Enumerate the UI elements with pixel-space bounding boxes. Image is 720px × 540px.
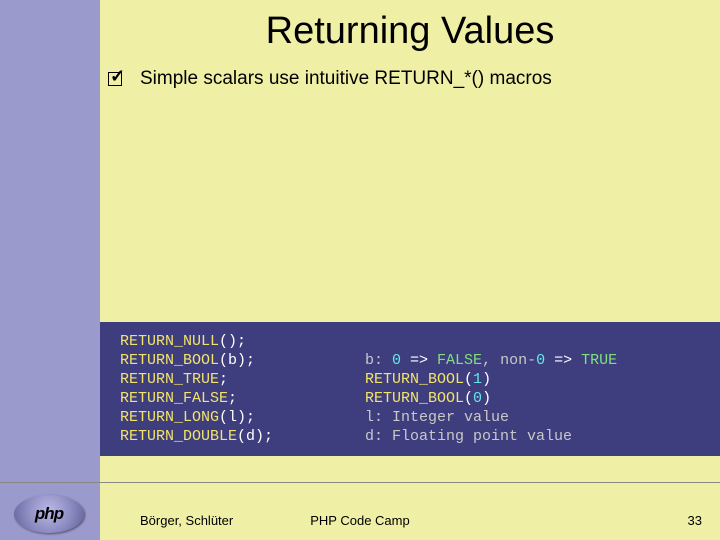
code-row: RETURN_DOUBLE(d);d: Floating point value: [120, 427, 700, 446]
code-row: RETURN_LONG(l);l: Integer value: [120, 408, 700, 427]
slide-title: Returning Values: [100, 10, 720, 53]
code-left: RETURN_FALSE;: [120, 389, 365, 408]
code-right: l: Integer value: [365, 408, 509, 427]
checkbox-icon: ✓: [108, 70, 126, 88]
code-block: RETURN_NULL();RETURN_BOOL(b);b: 0 => FAL…: [100, 322, 720, 456]
footer-page-number: 33: [688, 513, 702, 528]
code-left: RETURN_BOOL(b);: [120, 351, 365, 370]
code-right: d: Floating point value: [365, 427, 572, 446]
code-left: RETURN_DOUBLE(d);: [120, 427, 365, 446]
footer-center: PHP Code Camp: [0, 513, 720, 528]
code-left: RETURN_NULL();: [120, 332, 365, 351]
sidebar-stripe: [0, 0, 100, 540]
code-row: RETURN_TRUE;RETURN_BOOL(1): [120, 370, 700, 389]
code-right: RETURN_BOOL(0): [365, 389, 491, 408]
code-row: RETURN_FALSE;RETURN_BOOL(0): [120, 389, 700, 408]
footer: php Börger, Schlüter PHP Code Camp 33: [0, 482, 720, 540]
code-left: RETURN_LONG(l);: [120, 408, 365, 427]
code-right: RETURN_BOOL(1): [365, 370, 491, 389]
code-row: RETURN_BOOL(b);b: 0 => FALSE, non-0 => T…: [120, 351, 700, 370]
code-right: b: 0 => FALSE, non-0 => TRUE: [365, 351, 617, 370]
code-row: RETURN_NULL();: [120, 332, 700, 351]
bullet-text: Simple scalars use intuitive RETURN_*() …: [140, 68, 552, 90]
code-left: RETURN_TRUE;: [120, 370, 365, 389]
